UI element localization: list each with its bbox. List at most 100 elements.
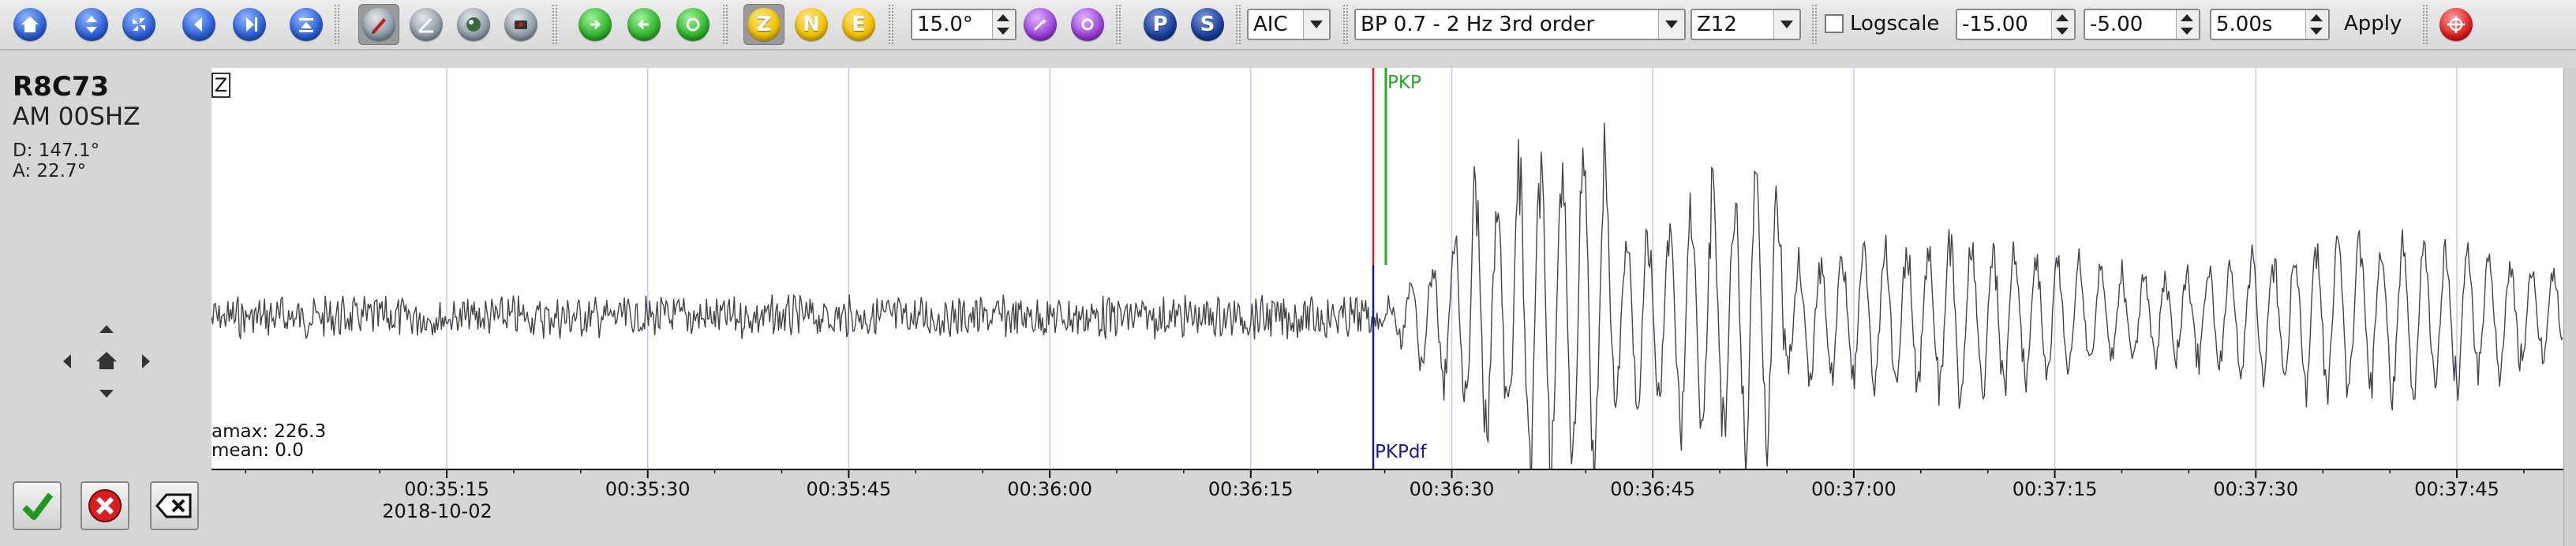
tick-label: 00:36:00 <box>1007 478 1092 500</box>
chevron-right-icon <box>246 17 257 32</box>
record-button[interactable] <box>500 4 541 45</box>
check-icon <box>22 492 54 520</box>
time-max-value: -5.00 <box>2090 13 2144 36</box>
time-axis: 00:35:15 00:35:30 00:35:45 00:36:00 00:36:15… <box>212 469 2563 546</box>
time-max-spinbox[interactable]: -5.00 <box>2084 9 2200 40</box>
nav-down-icon[interactable] <box>99 390 114 398</box>
rotation-value: Z12 <box>1697 13 1737 36</box>
clear-button[interactable] <box>150 481 199 530</box>
rotation-combo[interactable]: Z12 <box>1690 9 1801 40</box>
filter-value: BP 0.7 - 2 Hz 3rd order <box>1361 13 1595 36</box>
spin-arrows-icon[interactable] <box>2305 10 2328 39</box>
align-button[interactable] <box>286 4 327 45</box>
scroll-left-button[interactable] <box>178 4 219 45</box>
map-button[interactable] <box>453 4 494 45</box>
compass-icon <box>372 18 386 34</box>
spin-arrows-icon[interactable] <box>992 10 1015 39</box>
phase-p-label: P <box>1152 13 1168 36</box>
tick-label: 00:35:30 <box>605 478 691 500</box>
map-icon <box>466 17 481 32</box>
seismogram-trace-view[interactable]: Z PKP PKPdf amax: 226.3 mean: 0.0 <box>212 68 2563 469</box>
expand-vertical-button[interactable] <box>71 4 112 45</box>
axis-ticks <box>212 469 2563 478</box>
component-e-button[interactable]: E <box>838 4 879 45</box>
tick-label: 00:35:45 <box>806 478 892 500</box>
reject-button[interactable] <box>80 481 129 530</box>
rotate-icon <box>686 17 700 32</box>
phase-s-label: S <box>1200 13 1215 36</box>
chevron-left-icon <box>194 17 202 32</box>
pick-label-manual: PKP <box>1387 73 1421 93</box>
spin-arrows-icon[interactable] <box>2051 10 2074 39</box>
tick-label: 00:36:15 <box>1208 478 1294 500</box>
component-n-label: N <box>803 13 820 36</box>
green-swap-button[interactable] <box>623 4 665 45</box>
compass-button[interactable] <box>358 4 399 45</box>
mean-readout: mean: 0.0 <box>212 440 304 461</box>
logscale-label: Logscale <box>1850 12 1940 36</box>
time-min-value: -15.00 <box>1962 13 2028 36</box>
picker-method-combo[interactable]: AIC <box>1247 9 1331 40</box>
component-n-button[interactable]: N <box>791 4 832 45</box>
shrink-vertical-icon <box>133 18 145 31</box>
scrollbar[interactable] <box>2563 68 2576 546</box>
toolbar: Z N E 15.0° P S AIC BP 0.7 - 2 Hz 3rd or… <box>0 0 2576 50</box>
tick-label: 00:37:00 <box>1810 478 1896 500</box>
accept-button[interactable] <box>13 481 62 530</box>
picker-method-value: AIC <box>1253 13 1288 36</box>
scroll-right-button[interactable] <box>229 4 270 45</box>
green-rotate-button[interactable] <box>672 4 713 45</box>
expand-vertical-icon <box>86 16 97 33</box>
home-button[interactable] <box>9 4 51 45</box>
time-min-spinbox[interactable]: -15.00 <box>1956 9 2076 40</box>
component-e-label: E <box>852 13 866 36</box>
phase-s-button[interactable]: S <box>1187 4 1228 45</box>
chevron-down-icon[interactable] <box>1773 10 1799 39</box>
green-pick-button[interactable] <box>575 4 616 45</box>
distance-value: D: 147.1° <box>13 140 100 161</box>
pick-swap-icon <box>637 19 649 30</box>
measure-angle-button[interactable] <box>406 4 447 45</box>
backspace-icon <box>155 493 192 518</box>
tick-label: 00:36:45 <box>1610 478 1696 500</box>
filter-window-value: 15.0° <box>917 13 973 36</box>
close-circle-icon <box>88 489 122 522</box>
tick-label: 00:36:30 <box>1409 478 1495 500</box>
wand-icon <box>1033 18 1047 32</box>
record-icon <box>515 21 527 29</box>
pick-add-icon <box>590 19 601 30</box>
component-indicator: Z <box>212 73 230 98</box>
waveform-line <box>212 122 2563 469</box>
waveform-plot[interactable] <box>212 68 2563 469</box>
magic-pick-button[interactable] <box>1020 4 1061 45</box>
auto-pick-button[interactable] <box>1067 4 1108 45</box>
time-window-spinbox[interactable]: 5.00s <box>2210 9 2330 40</box>
chevron-down-icon[interactable] <box>1303 10 1329 39</box>
align-icon <box>299 18 313 32</box>
date-label: 2018-10-02 <box>382 500 492 522</box>
azimuth-value: A: 22.7° <box>13 161 87 181</box>
amax-readout: amax: 226.3 <box>212 421 327 442</box>
filter-window-spinbox[interactable]: 15.0° <box>911 9 1017 40</box>
logscale-checkbox[interactable] <box>1825 14 1844 33</box>
shrink-vertical-button[interactable] <box>118 4 159 45</box>
tick-label: 00:35:15 <box>404 478 489 500</box>
home-icon <box>21 17 39 32</box>
nav-right-icon[interactable] <box>142 354 150 368</box>
phase-p-button[interactable]: P <box>1140 4 1181 45</box>
spin-arrows-icon[interactable] <box>2176 10 2199 39</box>
measure-angle-icon <box>417 17 433 33</box>
filter-combo[interactable]: BP 0.7 - 2 Hz 3rd order <box>1354 9 1686 40</box>
tick-label: 00:37:15 <box>2012 478 2098 500</box>
trace-navigation-pad <box>55 309 158 412</box>
nav-home-icon[interactable] <box>96 352 117 369</box>
nav-left-icon[interactable] <box>63 354 71 368</box>
component-z-button[interactable]: Z <box>743 4 784 45</box>
apply-button[interactable]: Apply <box>2344 9 2402 38</box>
locate-button[interactable] <box>2436 4 2477 45</box>
component-z-label: Z <box>756 13 772 36</box>
chevron-down-icon[interactable] <box>1658 10 1684 39</box>
tick-label: 00:37:30 <box>2213 478 2299 500</box>
nav-up-icon[interactable] <box>99 325 114 333</box>
time-window-value: 5.00s <box>2216 13 2273 36</box>
